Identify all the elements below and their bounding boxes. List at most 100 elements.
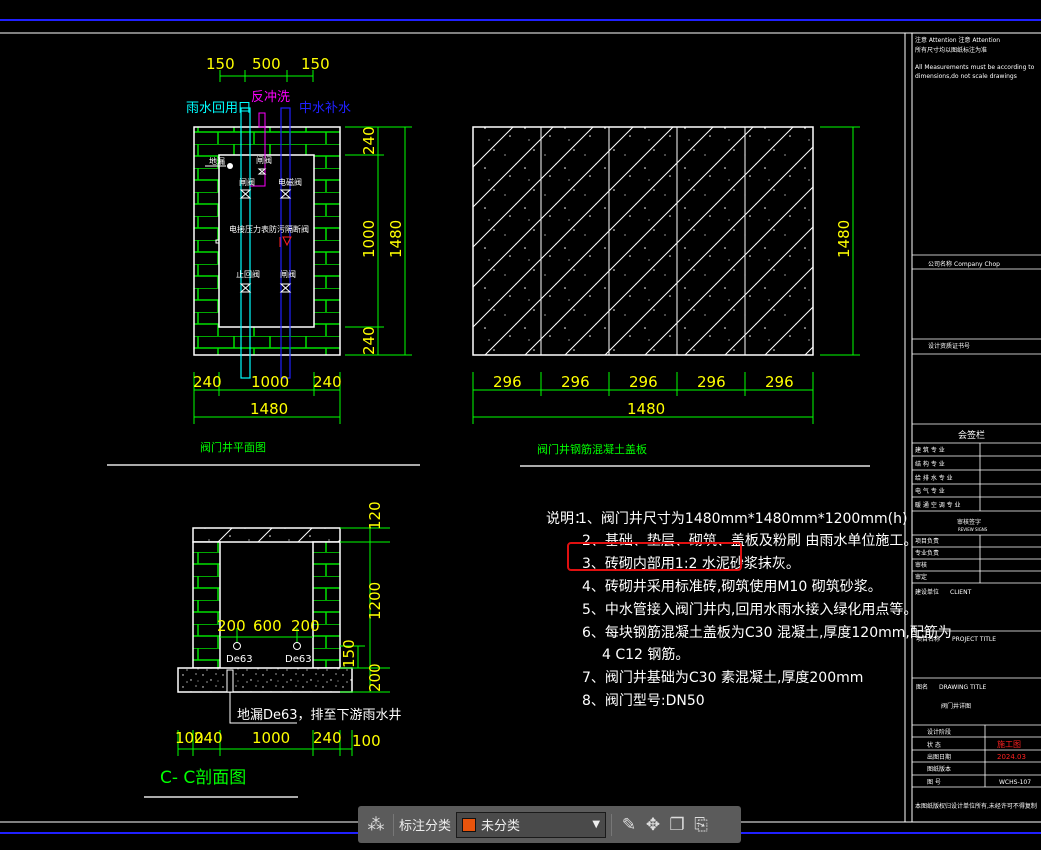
dim-label: 296 (697, 373, 726, 391)
plan-title: 阀门井平面图 (200, 440, 266, 454)
sign-row-label: 结 构 专 业 (915, 460, 945, 468)
project-label: 项目名称 (916, 635, 940, 643)
info-label: 状 态 (927, 741, 941, 749)
dim-label: 600 (253, 617, 282, 635)
dim-label: 200 (366, 663, 384, 692)
client-label: 建设单位 (915, 588, 939, 596)
dim-label: 100 (352, 732, 381, 750)
label-gate-valve: 闸阀 (256, 156, 272, 165)
copy-icon[interactable]: ❐ (665, 813, 689, 837)
cad-drawing-canvas[interactable]: 150 500 150 雨水回用口 反冲洗 中水补水 地漏 闸阀 闸阀 电磁阀 … (0, 0, 1041, 850)
dim-label: 1000 (360, 220, 378, 258)
sign-row-label: 建 筑 专 业 (915, 446, 945, 454)
dim-label: 296 (765, 373, 794, 391)
review-sub: REVIEW SIGNS (958, 527, 988, 532)
label-backflow-preventer: 防污隔断阀 (269, 224, 309, 234)
plan-right-dimensions: 240 1000 1480 240 (345, 126, 412, 356)
info-label: 出图日期 (927, 753, 951, 761)
edit-icon[interactable]: ✎ (617, 813, 641, 837)
cover-title: 阀门井钢筋混凝土盖板 (537, 442, 647, 456)
design-notes: 说明： 1、阀门井尺寸为1480mm*1480mm*1200mm(h) 2、基础… (546, 511, 952, 709)
attention-label: 注意 Attention 注意 Attention (915, 36, 1000, 44)
category-label: 标注分类 (399, 819, 452, 834)
note-item: 5、中水管接入阀门井内,回用水雨水接入绿化用点等。 (582, 601, 917, 618)
plan-top-dimensions: 150 500 150 (206, 55, 330, 82)
dim-label: 240 (313, 373, 342, 391)
notice-en: All Measurements must be according to (915, 64, 1035, 71)
category-value: 未分类 (481, 819, 521, 834)
review-row-label: 审定 (915, 573, 927, 581)
drawing-name: 阀门井详图 (941, 702, 971, 710)
dim-label: 240 (193, 373, 222, 391)
note-item: 1、阀门井尺寸为1480mm*1480mm*1200mm(h) (578, 511, 907, 527)
sign-row-label: 暖 通 空 调 专 业 (915, 501, 961, 509)
info-label: 图纸版本 (927, 765, 951, 773)
note-item: 4 C12 钢筋。 (602, 646, 689, 663)
paste-icon[interactable]: ⎘ (689, 813, 713, 837)
divider (393, 813, 394, 836)
dim-label: 1000 (252, 729, 290, 747)
label-gate-valve: 闸阀 (280, 270, 296, 279)
client-value: CLIENT (950, 589, 972, 596)
pipe-icon (293, 642, 301, 650)
notice-en: dimensions,do not scale drawings (915, 73, 1017, 80)
dim-label: 1000 (251, 373, 289, 391)
review-row-label: 审核 (915, 561, 927, 569)
status-value: 施工图 (997, 739, 1021, 749)
dim-label: 1480 (387, 220, 405, 258)
dim-label: 150 (206, 55, 235, 73)
sign-header: 会签栏 (958, 429, 985, 441)
pipe-label: De63 (226, 654, 253, 665)
date-value: 2024.03 (997, 753, 1026, 761)
review-header: 审核签字 (957, 518, 981, 526)
note-item: 7、阀门井基础为C30 素混凝土,厚度200mm (582, 669, 863, 686)
section-c-c: 200 600 200 De63 De63 地漏De63，排至下游雨水井 120… (144, 501, 402, 798)
dim-label: 240 (194, 729, 223, 747)
sign-row-label: 电 气 专 业 (915, 487, 945, 495)
dim-label: 1480 (835, 220, 853, 258)
backwash-pipe (258, 112, 266, 128)
annotation-toolbar: ⁂ 标注分类 未分类 ▼ ✎ ✥ ❐ ⎘ (358, 806, 741, 843)
dim-label: 296 (629, 373, 658, 391)
dim-label: 1480 (250, 400, 288, 418)
dim-label: 120 (366, 501, 384, 530)
pipe-label: De63 (285, 654, 312, 665)
category-color-swatch (462, 817, 477, 832)
copyright-footer: 本图纸版权归设计单位所有,未经许可不得复制 (915, 802, 1037, 810)
category-select[interactable]: 未分类 ▼ (456, 811, 607, 838)
dim-label: 200 (291, 617, 320, 635)
label-solenoid-valve: 电磁阀 (278, 177, 302, 187)
drawing-value: DRAWING TITLE (939, 684, 987, 691)
drawing-label: 图名 (916, 683, 928, 691)
grid-apps-icon[interactable]: ⁂ (364, 813, 388, 837)
dim-label: 200 (217, 617, 246, 635)
move-icon[interactable]: ✥ (641, 813, 665, 837)
sign-row-label: 给 排 水 专 业 (915, 474, 953, 482)
title-block: 注意 Attention 注意 Attention 所有尺寸均以图纸标注为准 A… (912, 36, 1041, 810)
label-backwash: 反冲洗 (251, 90, 290, 105)
drawing-number: WCHS-107 (999, 779, 1031, 786)
drain-note: 地漏De63，排至下游雨水井 (237, 707, 402, 723)
dim-label: 240 (360, 126, 378, 155)
company-value: Company Chop (954, 261, 1000, 268)
dim-label: 500 (252, 55, 281, 73)
review-row-label: 专业负责 (915, 549, 939, 557)
section-title: C- C剖面图 (160, 768, 246, 788)
dim-label: 296 (493, 373, 522, 391)
divider (611, 813, 613, 836)
notice-cn: 所有尺寸均以图纸标注为准 (915, 46, 987, 54)
label-check-valve: 止回阀 (236, 269, 260, 279)
review-row-label: 项目负责 (915, 537, 939, 545)
note-item: 8、阀门型号:DN50 (582, 693, 705, 709)
dim-label: 150 (340, 639, 358, 668)
label-gate-valve: 闸阀 (239, 178, 255, 187)
project-value: PROJECT TITLE (952, 636, 996, 643)
label-reclaimed-water: 中水补水 (299, 101, 351, 116)
chevron-down-icon: ▼ (592, 819, 601, 830)
note-item: 6、每块钢筋混凝土盖板为C30 混凝土,厚度120mm,配筋为 (582, 624, 952, 641)
info-label: 设计阶段 (927, 728, 951, 736)
plan-bottom-dimensions: 240 1000 240 1480 (193, 372, 342, 424)
note-item: 4、砖砌井采用标准砖,砌筑使用M10 砌筑砂浆。 (582, 578, 882, 595)
dim-label: 240 (360, 326, 378, 355)
cert-label: 设计资质证书号 (928, 342, 970, 350)
